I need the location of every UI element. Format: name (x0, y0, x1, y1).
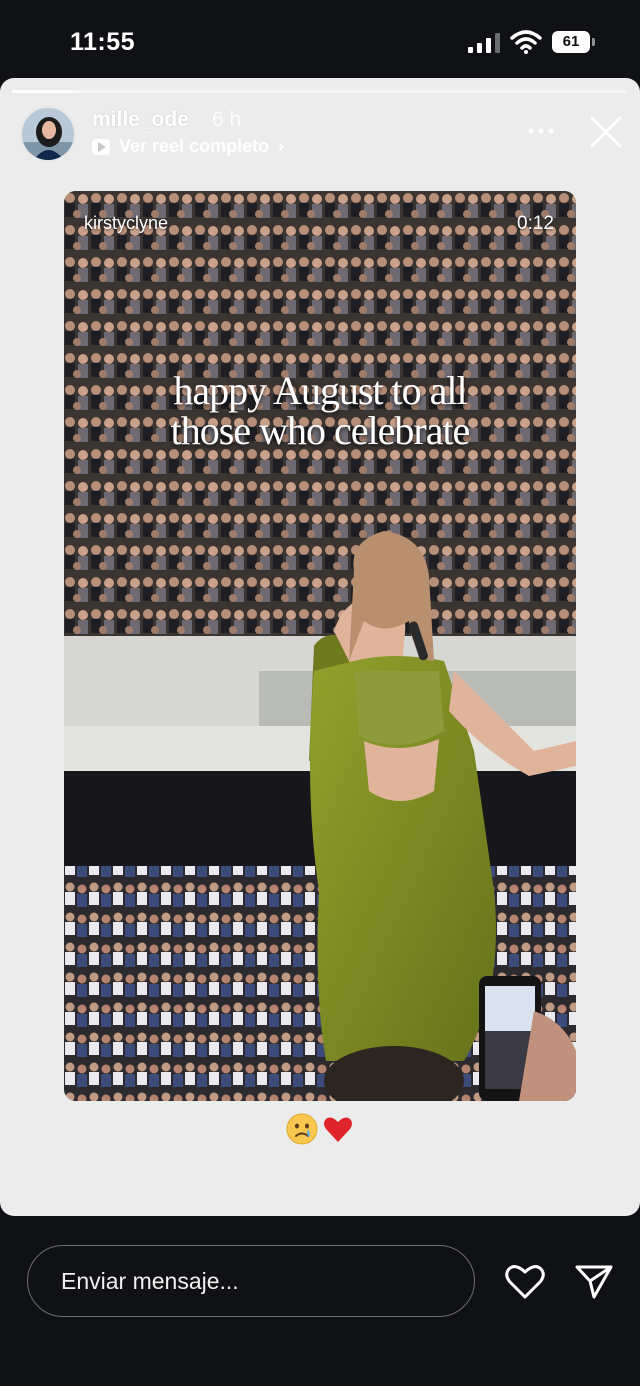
heart-icon[interactable] (504, 1261, 546, 1301)
battery-level: 61 (552, 31, 590, 53)
avatar[interactable] (20, 106, 76, 162)
reel-caption-line-2: those who celebrate (170, 408, 471, 453)
reel-link-label: Ver reel completo (119, 136, 270, 156)
reel-video[interactable]: kirstyclyne 0:12 happy August to all tho… (64, 191, 576, 1101)
view-full-reel-link[interactable]: Ver reel completo › (92, 136, 284, 157)
reel-play-icon (92, 138, 110, 155)
wifi-icon (510, 30, 542, 54)
chevron-right-icon: › (278, 136, 285, 156)
message-input[interactable]: Enviar mensaje... (27, 1245, 475, 1317)
message-placeholder: Enviar mensaje... (61, 1268, 239, 1294)
status-bar: 11:55 61 (0, 0, 640, 78)
story-progress-fill (12, 90, 74, 93)
reel-credit[interactable]: kirstyclyne (84, 213, 168, 234)
crying-face-emoji (286, 1113, 318, 1145)
reel-duration: 0:12 (517, 213, 554, 234)
close-icon[interactable] (588, 114, 624, 150)
send-icon[interactable] (574, 1261, 614, 1301)
red-heart-emoji (324, 1117, 352, 1142)
cellular-signal-icon (468, 33, 500, 53)
status-time: 11:55 (70, 28, 136, 56)
story-emoji-text (0, 1113, 640, 1145)
reel-caption: happy August to all those who celebrate (64, 371, 576, 451)
concert-scene-image (64, 191, 576, 1101)
story-time-ago: 6 h (212, 108, 242, 131)
reel-caption-line-1: happy August to all (173, 368, 467, 413)
story-progress-bar (12, 90, 626, 93)
battery-icon: 61 (552, 31, 596, 53)
more-options-icon[interactable] (526, 116, 556, 146)
story-card[interactable]: mille_ode 6 h Ver reel completo › kirsty… (0, 78, 640, 1216)
story-username[interactable]: mille_ode (92, 108, 189, 132)
